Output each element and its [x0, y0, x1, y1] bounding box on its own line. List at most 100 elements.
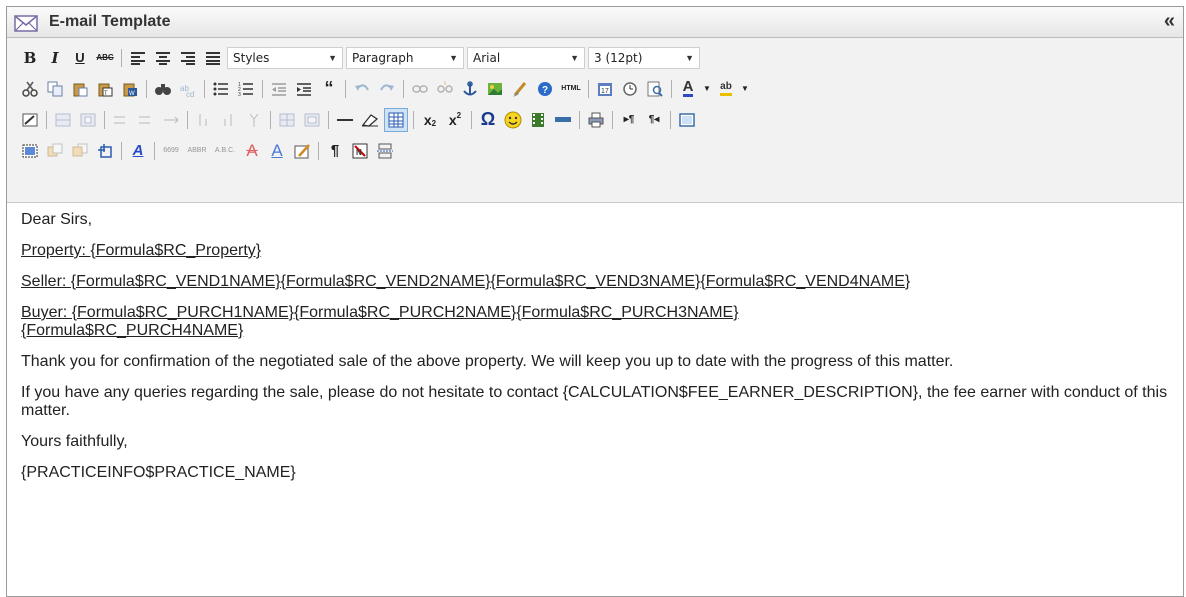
rtl-button[interactable]: ¶ ◂ — [643, 109, 665, 131]
property-heading: Property: {Formula$RC_Property} — [21, 242, 262, 259]
insert-col-before-icon[interactable] — [193, 109, 215, 131]
undo-icon[interactable] — [351, 78, 373, 100]
subscript-digit: 2 — [431, 119, 437, 128]
blockquote-icon[interactable]: “ — [318, 78, 340, 100]
insert-layer-icon[interactable] — [19, 140, 41, 162]
acronym-button[interactable]: A.B.C. — [212, 140, 238, 162]
copy-icon[interactable] — [44, 78, 66, 100]
pagebreak-icon[interactable] — [374, 140, 396, 162]
ltr-button[interactable]: ▸ ¶ — [618, 109, 640, 131]
abbr-button[interactable]: ABBR — [185, 140, 209, 162]
move-forward-icon[interactable] — [44, 140, 66, 162]
align-left-button[interactable] — [127, 47, 149, 69]
insert-row-after-icon[interactable] — [135, 109, 157, 131]
advhr-icon[interactable] — [552, 109, 574, 131]
forecolor-letter: A — [682, 78, 694, 97]
editor-content[interactable]: Dear Sirs, Property: {Formula$RC_Propert… — [7, 203, 1183, 482]
image-icon[interactable] — [484, 78, 506, 100]
toolbar-separator — [588, 79, 589, 98]
toolbar-separator — [413, 110, 414, 129]
fullscreen-icon[interactable] — [676, 109, 698, 131]
redo-icon[interactable] — [376, 78, 398, 100]
visualchars-icon[interactable]: ¶ — [324, 140, 346, 162]
insert-row-before-icon[interactable] — [110, 109, 132, 131]
visual-aid-icon[interactable] — [384, 107, 408, 132]
paste-word-icon[interactable]: W — [119, 78, 141, 100]
outdent-icon[interactable] — [268, 78, 290, 100]
cut-icon[interactable] — [19, 78, 41, 100]
align-justify-button[interactable] — [202, 47, 224, 69]
bullet-list-icon[interactable] — [210, 78, 232, 100]
svg-text:?: ? — [542, 85, 548, 96]
panel-title: E-mail Template — [49, 13, 171, 30]
hr-icon[interactable] — [334, 109, 356, 131]
rtl-arrow: ◂ — [654, 114, 660, 125]
replace-icon[interactable]: ab cd — [177, 78, 199, 100]
del-icon[interactable]: A — [241, 140, 263, 162]
emoticons-icon[interactable] — [502, 109, 524, 131]
insert-time-icon[interactable] — [619, 78, 641, 100]
superscript-digit: 2 — [456, 111, 462, 120]
numbered-list-icon[interactable]: 123 — [235, 78, 257, 100]
superscript-button[interactable]: x2 — [444, 109, 466, 131]
superscript-label: x — [448, 111, 457, 128]
remove-format-icon[interactable] — [359, 109, 381, 131]
panel-titlebar: E-mail Template « — [7, 7, 1183, 38]
preview-icon[interactable] — [644, 78, 666, 100]
link-icon[interactable] — [409, 78, 431, 100]
insert-date-icon[interactable]: 17 — [594, 78, 616, 100]
greeting-text: Dear Sirs, — [21, 211, 93, 228]
bold-button[interactable]: B — [19, 47, 41, 69]
font-select[interactable]: Arial ▼ — [467, 46, 585, 69]
split-cells-icon[interactable] — [276, 109, 298, 131]
table-icon[interactable] — [19, 109, 41, 131]
insert-col-after-icon[interactable] — [218, 109, 240, 131]
forecolor-icon[interactable]: A — [677, 78, 699, 100]
forecolor-dropdown[interactable]: ▼ — [702, 78, 712, 100]
merge-cells-icon[interactable] — [301, 109, 323, 131]
paste-text-icon[interactable]: T — [94, 78, 116, 100]
subscript-button[interactable]: x2 — [419, 109, 441, 131]
cell-props-icon[interactable] — [77, 109, 99, 131]
align-right-button[interactable] — [177, 47, 199, 69]
styleprops-icon[interactable]: A — [127, 140, 149, 162]
backcolor-dropdown[interactable]: ▼ — [740, 78, 750, 100]
unlink-icon[interactable] — [434, 78, 456, 100]
find-icon[interactable] — [152, 78, 174, 100]
html-icon[interactable]: HTML — [559, 78, 583, 100]
print-icon[interactable] — [585, 109, 607, 131]
align-center-button[interactable] — [152, 47, 174, 69]
toolbar-row-1: B I U ABC Styles ▼ Paragraph ▼ Arial ▼ 3 (1… — [19, 42, 1183, 73]
row-props-icon[interactable] — [52, 109, 74, 131]
svg-text:N: N — [356, 148, 362, 157]
paragraph-select[interactable]: Paragraph ▼ — [346, 46, 464, 69]
cite-button[interactable]: 6699 — [160, 140, 182, 162]
delete-row-icon[interactable] — [160, 109, 182, 131]
toolbar-separator — [270, 110, 271, 129]
toolbar-separator — [403, 79, 404, 98]
absolute-icon[interactable] — [94, 140, 116, 162]
svg-text:T: T — [104, 91, 108, 97]
indent-icon[interactable] — [293, 78, 315, 100]
email-template-panel: E-mail Template « B I U ABC Styles ▼ Para… — [6, 6, 1184, 597]
anchor-icon[interactable] — [459, 78, 481, 100]
media-icon[interactable] — [527, 109, 549, 131]
attribs-icon[interactable] — [291, 140, 313, 162]
collapse-button[interactable]: « — [1164, 10, 1175, 33]
backcolor-icon[interactable]: ab — [715, 78, 737, 100]
help-icon[interactable]: ? — [534, 78, 556, 100]
cleanup-icon[interactable] — [509, 78, 531, 100]
delete-col-icon[interactable] — [243, 109, 265, 131]
toolbar-row-3: x2 x2 Ω ▸ ¶ ¶ ◂ — [19, 104, 1183, 135]
styles-select[interactable]: Styles ▼ — [227, 46, 343, 69]
strikethrough-button[interactable]: ABC — [94, 47, 116, 69]
ins-icon[interactable]: A — [266, 140, 288, 162]
font-size-select[interactable]: 3 (12pt) ▼ — [588, 46, 700, 69]
charmap-icon[interactable]: Ω — [477, 109, 499, 131]
nonbreaking-icon[interactable]: N — [349, 140, 371, 162]
toolbar-separator — [345, 79, 346, 98]
underline-button[interactable]: U — [69, 47, 91, 69]
move-backward-icon[interactable] — [69, 140, 91, 162]
paste-icon[interactable] — [69, 78, 91, 100]
italic-button[interactable]: I — [44, 47, 66, 69]
